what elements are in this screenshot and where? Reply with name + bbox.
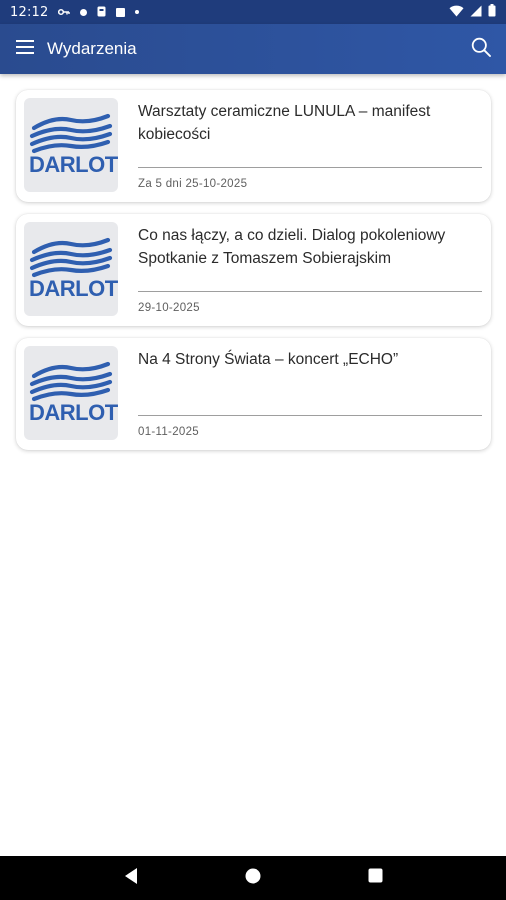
dot-icon <box>135 10 140 14</box>
darlot-logo: DARLOT <box>29 113 118 177</box>
event-thumbnail: DARLOT <box>24 98 118 192</box>
event-thumbnail: DARLOT <box>24 222 118 316</box>
page-title: Wydarzenia <box>47 39 137 58</box>
box-icon <box>97 5 106 20</box>
svg-text:DARLOT: DARLOT <box>29 276 118 301</box>
darlot-logo: DARLOT <box>29 237 118 301</box>
svg-text:DARLOT: DARLOT <box>29 400 118 425</box>
wifi-icon <box>449 5 464 20</box>
event-card[interactable]: DARLOT Co nas łączy, a co dzieli. Dialog… <box>16 214 491 326</box>
divider <box>138 167 482 168</box>
darlot-logo: DARLOT <box>29 361 118 425</box>
menu-button[interactable] <box>0 24 50 74</box>
app-bar: Wydarzenia <box>0 24 506 74</box>
svg-text:DARLOT: DARLOT <box>29 152 118 177</box>
event-date: 01-11-2025 <box>138 426 199 438</box>
recents-icon <box>368 868 383 888</box>
search-button[interactable] <box>456 24 506 74</box>
square-icon <box>116 7 126 17</box>
home-icon <box>245 868 261 889</box>
event-card[interactable]: DARLOT Na 4 Strony Świata – koncert „ECH… <box>16 338 491 450</box>
divider <box>138 415 482 416</box>
event-card[interactable]: DARLOT Warsztaty ceramiczne LUNULA – man… <box>16 90 491 202</box>
event-list: DARLOT Warsztaty ceramiczne LUNULA – man… <box>16 90 491 462</box>
event-title: Co nas łączy, a co dzieli. Dialog pokole… <box>138 227 446 267</box>
divider <box>138 291 482 292</box>
event-thumbnail: DARLOT <box>24 346 118 440</box>
status-bar: 12:12 <box>0 0 506 24</box>
system-icons <box>449 4 496 20</box>
status-time: 12:12 <box>10 4 49 20</box>
event-title: Na 4 Strony Świata – koncert „ECHO” <box>138 351 399 368</box>
home-button[interactable] <box>233 858 273 898</box>
battery-icon <box>488 4 496 20</box>
circle-icon <box>80 8 88 16</box>
search-icon <box>471 37 491 62</box>
notification-icons <box>58 5 140 20</box>
key-icon <box>58 5 71 20</box>
hamburger-menu-icon <box>16 39 34 59</box>
signal-icon <box>470 5 482 20</box>
system-nav-bar <box>0 856 506 900</box>
event-date: 29-10-2025 <box>138 302 200 314</box>
back-button[interactable] <box>111 858 151 898</box>
event-date: Za 5 dni 25-10-2025 <box>138 178 248 190</box>
recents-button[interactable] <box>355 858 395 898</box>
event-title: Warsztaty ceramiczne LUNULA – manifest k… <box>138 103 431 143</box>
back-icon <box>123 867 139 890</box>
